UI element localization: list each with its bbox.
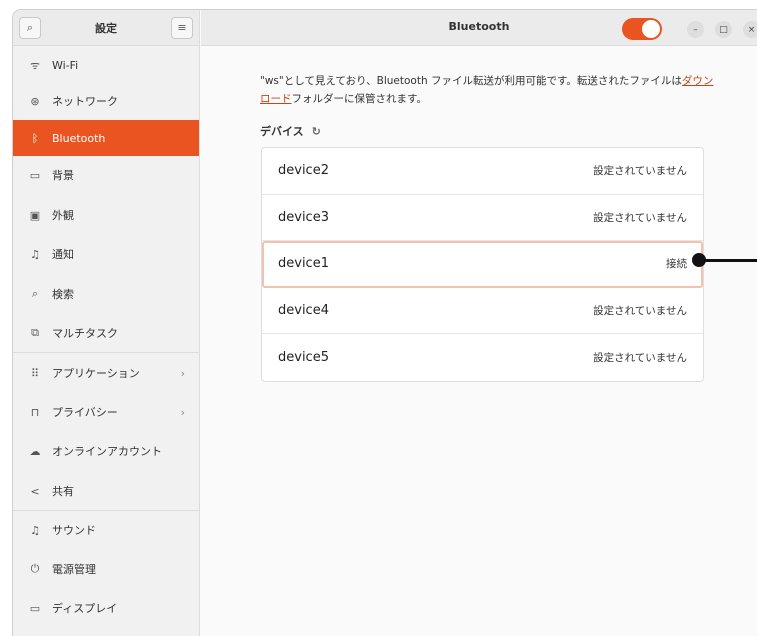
search-icon: ⌕ [26,20,34,34]
music-icon: ♫ [30,523,40,537]
sidebar-divider [13,510,199,511]
sidebar-header: ⌕ 設定 ≡ [13,10,199,46]
sidebar-item-label: 共有 [52,485,74,498]
sidebar-item-label: Wi-Fi [52,58,79,72]
sidebar-item-label: 検索 [52,288,74,301]
device-status: 設定されていません [593,305,687,318]
sidebar-item-wifi[interactable]: ᯤ Wi-Fi [13,47,199,83]
minimize-icon: – [693,24,698,35]
sidebar-item-label: 外観 [52,209,74,222]
device-status: 設定されていません [593,211,687,224]
sidebar-item-label: 背景 [52,169,74,182]
sidebar-item-applications[interactable]: ⠿ アプリケーション › [13,355,199,391]
close-icon: × [747,24,756,35]
sidebar-item-sharing[interactable]: < 共有 [13,473,199,509]
settings-window: ⌕ 設定 ≡ ᯤ Wi-Fi ⊛ ネットワーク ᛒ Bluetooth ▭ 背景… [12,9,757,636]
refresh-spinner-icon: ↻ [311,124,321,138]
chevron-right-icon: › [180,366,185,380]
sidebar-item-background[interactable]: ▭ 背景 [13,157,199,193]
device-row[interactable]: device4 設定されていません [262,288,703,335]
sidebar-item-label: ディスプレイ [52,602,118,615]
device-name: device5 [278,350,329,366]
cloud-icon: ☁ [29,444,41,458]
sidebar-item-privacy[interactable]: ⊓ プライバシー › [13,394,199,430]
header-bar: Bluetooth – □ × [201,10,757,46]
sidebar-title: 設定 [95,21,117,35]
sidebar-item-label: アプリケーション [52,367,140,380]
device-list: device2 設定されていません device3 設定されていません devi… [261,147,704,382]
hamburger-icon: ≡ [177,21,187,34]
device-row[interactable]: device5 設定されていません [262,334,703,381]
page-title: Bluetooth [448,20,510,33]
appearance-icon: ▣ [29,208,41,222]
bell-icon: ♫ [30,247,40,261]
background-icon: ▭ [29,168,41,182]
maximize-icon: □ [719,24,728,35]
device-name: device4 [278,303,329,319]
sidebar-item-online-accounts[interactable]: ☁ オンラインアカウント [13,433,199,469]
bluetooth-icon: ᛒ [31,131,39,145]
device-status: 設定されていません [593,352,687,365]
sidebar-item-bluetooth[interactable]: ᛒ Bluetooth [13,120,199,156]
sidebar-item-search[interactable]: ⌕ 検索 [13,276,199,312]
toggle-knob [642,20,660,38]
search-icon: ⌕ [31,287,39,300]
apps-icon: ⠿ [30,366,40,380]
sidebar-item-power[interactable]: ⏻ 電源管理 [13,551,199,587]
device-status: 接続 [666,258,687,271]
callout-pointer-line [703,259,757,262]
sidebar-item-notifications[interactable]: ♫ 通知 [13,236,199,272]
device-name: device2 [278,163,329,179]
device-row[interactable]: device3 設定されていません [262,195,703,242]
sidebar-item-label: プライバシー [52,406,118,419]
close-button[interactable]: × [743,21,757,38]
sidebar-item-label: サウンド [52,524,96,537]
power-icon: ⏻ [30,562,40,575]
chevron-right-icon: › [180,405,185,419]
maximize-button[interactable]: □ [715,21,732,38]
menu-button[interactable]: ≡ [171,16,193,39]
sidebar-item-label: マルチタスク [52,327,118,340]
sidebar-item-label: ネットワーク [52,95,118,108]
bluetooth-description: "ws"として見えており、Bluetooth ファイル転送が利用可能です。転送さ… [260,72,720,108]
sidebar-item-appearance[interactable]: ▣ 外観 [13,197,199,233]
devices-heading: デバイス ↻ [260,123,321,139]
sidebar-item-label: 通知 [52,248,74,261]
main-panel: Bluetooth – □ × "ws"として見えており、Bluetooth フ… [201,10,757,636]
bluetooth-toggle[interactable] [622,18,662,40]
devices-heading-label: デバイス [260,125,304,138]
search-button[interactable]: ⌕ [19,16,41,39]
sidebar-item-sound[interactable]: ♫ サウンド [13,512,199,548]
share-icon: < [30,484,40,498]
sidebar: ⌕ 設定 ≡ ᯤ Wi-Fi ⊛ ネットワーク ᛒ Bluetooth ▭ 背景… [13,10,200,636]
description-text: "ws"として見えており、Bluetooth ファイル転送が利用可能です。転送さ… [260,75,682,87]
multitask-icon: ⧉ [31,326,39,339]
sidebar-item-displays[interactable]: ▭ ディスプレイ [13,590,199,626]
sidebar-item-network[interactable]: ⊛ ネットワーク [13,83,199,119]
minimize-button[interactable]: – [687,21,704,38]
network-icon: ⊛ [30,94,40,108]
lock-icon: ⊓ [30,405,40,419]
sidebar-item-label: Bluetooth [52,131,106,145]
sidebar-item-label: 電源管理 [52,563,96,576]
sidebar-divider [13,352,199,353]
device-status: 設定されていません [593,165,687,178]
sidebar-item-multitasking[interactable]: ⧉ マルチタスク [13,315,199,351]
display-icon: ▭ [29,601,41,615]
device-row[interactable]: device2 設定されていません [262,148,703,195]
device-name: device3 [278,209,329,225]
wifi-icon: ᯤ [29,58,41,72]
description-text-end: フォルダーに保管されます。 [291,93,427,105]
device-name: device1 [278,256,329,272]
sidebar-item-label: オンラインアカウント [52,445,162,458]
device-row-selected[interactable]: device1 接続 [262,241,703,288]
